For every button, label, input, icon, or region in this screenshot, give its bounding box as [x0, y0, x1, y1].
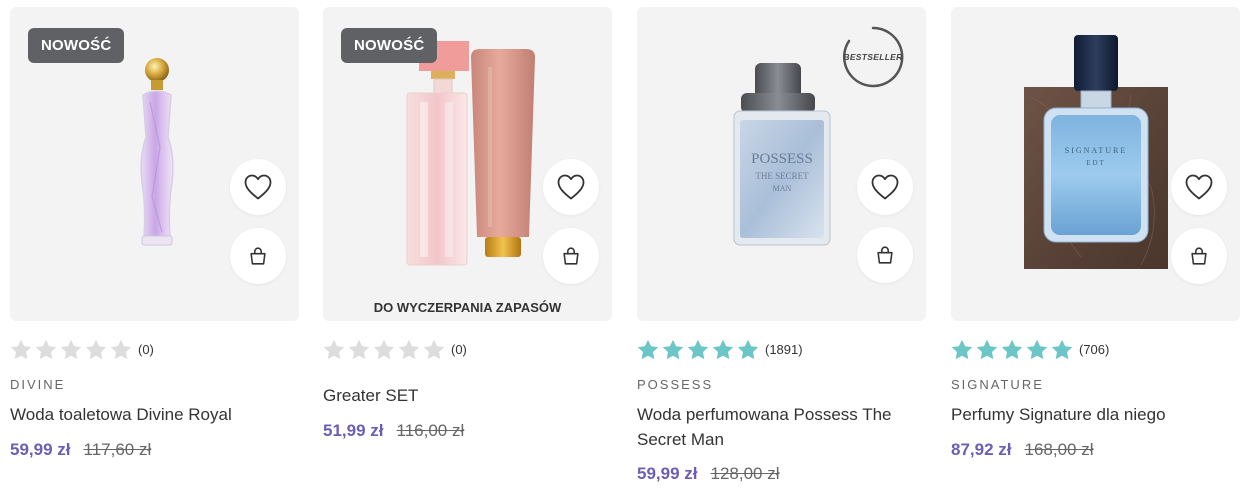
star-empty-icon: [348, 339, 370, 360]
rating: (706): [951, 338, 1109, 360]
rating-count: (1891): [765, 341, 803, 357]
rating-count: (0): [138, 341, 154, 357]
product-image-link[interactable]: NOWOŚĆ DO WYCZERPANIA ZAPASÓW: [323, 7, 612, 321]
product-card-signature: SIGNATURE EDT (706) SIGNATURE Perfumy Si…: [951, 7, 1240, 459]
product-brand: SIGNATURE: [951, 377, 1044, 392]
current-price: 87,92 zł: [951, 440, 1012, 459]
product-brand: DIVINE: [10, 377, 66, 392]
add-to-wishlist-button[interactable]: [230, 159, 286, 215]
star-filled-icon: [737, 339, 759, 360]
star-empty-icon: [423, 339, 445, 360]
star-rating: [10, 339, 132, 360]
product-name[interactable]: Woda perfumowana Possess The Secret Man: [637, 402, 917, 452]
add-to-cart-button[interactable]: [543, 228, 599, 284]
stock-note: DO WYCZERPANIA ZAPASÓW: [373, 300, 562, 315]
star-empty-icon: [373, 339, 395, 360]
old-price: 168,00 zł: [1024, 440, 1094, 459]
price-row: 87,92 zł 168,00 zł: [951, 440, 1094, 460]
product-brand: POSSESS: [637, 377, 714, 392]
star-rating: [323, 339, 445, 360]
svg-text:SIGNATURE: SIGNATURE: [1065, 146, 1127, 155]
star-empty-icon: [85, 339, 107, 360]
new-badge: NOWOŚĆ: [28, 28, 125, 63]
star-filled-icon: [1026, 339, 1048, 360]
shopping-bag-icon: [874, 244, 896, 266]
current-price: 59,99 zł: [10, 440, 71, 459]
price-row: 59,99 zł 117,60 zł: [10, 440, 151, 460]
new-badge: NOWOŚĆ: [341, 28, 438, 63]
price-row: 59,99 zł 128,00 zł: [637, 464, 780, 484]
add-to-cart-button[interactable]: [230, 228, 286, 284]
price-row: 51,99 zł 116,00 zł: [323, 421, 464, 441]
product-card-divine-royal: NOWOŚĆ (0) DIVINE Woda toaletowa Divine …: [10, 7, 299, 459]
star-empty-icon: [110, 339, 132, 360]
product-card-possess: POSSESS THE SECRET MAN BESTSELLER (1891)…: [637, 7, 926, 483]
star-rating: [951, 339, 1073, 360]
heart-icon: [1185, 174, 1213, 200]
rating: (0): [10, 338, 154, 360]
heart-icon: [871, 174, 899, 200]
old-price: 117,60 zł: [83, 440, 152, 459]
add-to-cart-button[interactable]: [1171, 228, 1227, 284]
current-price: 59,99 zł: [637, 464, 698, 483]
old-price: 116,00 zł: [396, 421, 465, 440]
product-name[interactable]: Perfumy Signature dla niego: [951, 402, 1231, 427]
rating-count: (706): [1079, 341, 1110, 357]
old-price: 128,00 zł: [710, 464, 780, 483]
bestseller-badge: BESTSELLER: [841, 25, 905, 89]
add-to-wishlist-button[interactable]: [543, 159, 599, 215]
rating: (0): [323, 338, 467, 360]
star-filled-icon: [1051, 339, 1073, 360]
star-filled-icon: [976, 339, 998, 360]
star-filled-icon: [951, 339, 973, 360]
star-filled-icon: [687, 339, 709, 360]
star-empty-icon: [10, 339, 32, 360]
product-card-greater-set: NOWOŚĆ DO WYCZERPANIA ZAPASÓW (0) Greate…: [323, 7, 612, 440]
add-to-wishlist-button[interactable]: [1171, 159, 1227, 215]
star-filled-icon: [1001, 339, 1023, 360]
star-rating: [637, 339, 759, 360]
star-empty-icon: [398, 339, 420, 360]
current-price: 51,99 zł: [323, 421, 384, 440]
product-grid: NOWOŚĆ (0) DIVINE Woda toaletowa Divine …: [0, 0, 1251, 495]
product-image-link[interactable]: NOWOŚĆ: [10, 7, 299, 321]
product-image-link[interactable]: SIGNATURE EDT: [951, 7, 1240, 321]
rating-count: (0): [451, 341, 467, 357]
bestseller-label: BESTSELLER: [843, 52, 903, 62]
star-filled-icon: [712, 339, 734, 360]
star-empty-icon: [323, 339, 345, 360]
star-filled-icon: [662, 339, 684, 360]
add-to-cart-button[interactable]: [857, 227, 913, 283]
shopping-bag-icon: [247, 245, 269, 267]
svg-text:THE SECRET: THE SECRET: [755, 171, 809, 181]
svg-text:EDT: EDT: [1086, 159, 1106, 167]
add-to-wishlist-button[interactable]: [857, 159, 913, 215]
heart-icon: [557, 174, 585, 200]
rating: (1891): [637, 338, 803, 360]
star-empty-icon: [35, 339, 57, 360]
shopping-bag-icon: [560, 245, 582, 267]
product-image-link[interactable]: POSSESS THE SECRET MAN BESTSELLER: [637, 7, 926, 321]
svg-text:POSSESS: POSSESS: [751, 151, 813, 167]
heart-icon: [244, 174, 272, 200]
star-empty-icon: [60, 339, 82, 360]
star-filled-icon: [637, 339, 659, 360]
product-name[interactable]: Woda toaletowa Divine Royal: [10, 402, 290, 427]
svg-text:MAN: MAN: [773, 184, 792, 193]
shopping-bag-icon: [1188, 245, 1210, 267]
product-name[interactable]: Greater SET: [323, 383, 603, 408]
